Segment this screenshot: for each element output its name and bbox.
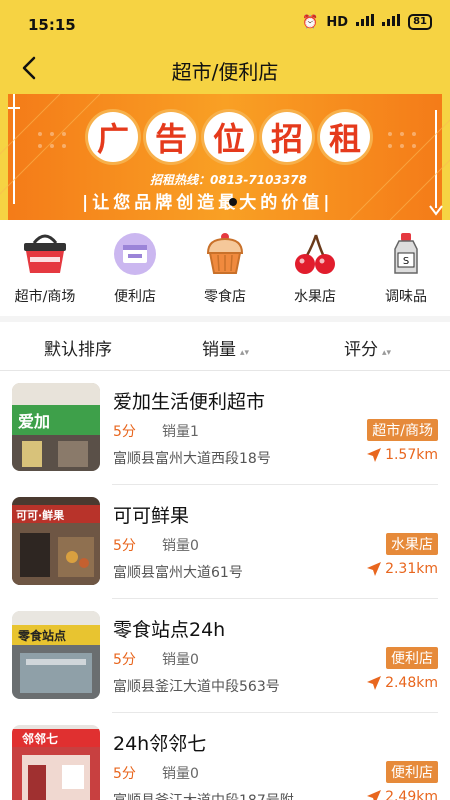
category-label: 便利店 xyxy=(114,289,156,305)
location-arrow-icon xyxy=(367,676,382,690)
category-condiment[interactable]: S 调味品 xyxy=(366,230,446,306)
sort-sales-label: 销量 xyxy=(202,340,236,360)
shop-list: 爱加 爱加生活便利超市 5分 销量1 富顺县富州大道西段18号 超市/商场 1.… xyxy=(0,371,450,800)
ad-banner[interactable]: 广 告 位 招 租 招租热线：0813-7103378 |让您品牌创造最大的价值… xyxy=(0,94,450,220)
shop-rating: 5分 xyxy=(113,652,136,668)
shop-row[interactable]: 邻邻七 24h邻邻七 5分 销量0 富顺县釜江大道中段187号附 便利店 2.4… xyxy=(0,713,450,800)
sort-by-sales[interactable]: 销量 ▴▾ xyxy=(202,335,249,360)
category-supermarket[interactable]: 超市/商场 xyxy=(5,230,85,306)
sort-default[interactable]: 默认排序 xyxy=(44,335,112,360)
shop-sign-text: 可可·鲜果 xyxy=(16,508,64,522)
distance-value: 2.48km xyxy=(385,675,438,691)
signal-icon xyxy=(356,14,375,30)
category-label: 零食店 xyxy=(204,289,246,305)
location-arrow-icon xyxy=(367,448,382,462)
shop-name: 可可鲜果 xyxy=(113,505,190,527)
banner-char: 招 xyxy=(262,112,312,162)
location-arrow-icon xyxy=(367,562,382,576)
banner-slogan: |让您品牌创造最大的价值| xyxy=(82,193,334,213)
shop-address: 富顺县富州大道61号 xyxy=(113,565,243,581)
condiment-bottle-icon: S xyxy=(381,230,431,278)
category-snacks[interactable]: 零食店 xyxy=(185,230,265,306)
shop-address: 富顺县釜江大道中段187号附 xyxy=(113,790,294,800)
shop-photo: 邻邻七 xyxy=(12,725,100,800)
shop-rating: 5分 xyxy=(113,538,136,554)
location-arrow-icon xyxy=(367,790,382,800)
shop-name: 爱加生活便利超市 xyxy=(113,391,266,413)
cake-icon xyxy=(200,230,250,278)
status-icons: ⏰ HD 81 xyxy=(302,14,432,30)
shop-category-tag: 便利店 xyxy=(386,761,438,783)
shop-sign-text: 爱加 xyxy=(18,412,50,431)
cherry-icon xyxy=(290,230,340,278)
banner-char: 广 xyxy=(88,112,138,162)
shop-distance: 2.31km xyxy=(366,561,438,577)
distance-value: 2.49km xyxy=(385,789,438,800)
category-label: 水果店 xyxy=(294,289,336,305)
banner-hotline: 招租热线：0813-7103378 xyxy=(150,173,307,187)
shop-photo: 可可·鲜果 xyxy=(12,497,100,585)
svg-text:S: S xyxy=(403,256,409,267)
banner-headline: 广 告 位 招 租 xyxy=(88,112,370,162)
signal-icon-2 xyxy=(382,14,401,30)
shopping-basket-icon xyxy=(20,230,70,278)
shop-sign-text: 邻邻七 xyxy=(21,731,58,746)
sort-by-rating[interactable]: 评分 ▴▾ xyxy=(344,335,391,360)
shop-address: 富顺县釜江大道中段563号 xyxy=(113,679,280,695)
banner-char: 租 xyxy=(320,112,370,162)
category-label: 超市/商场 xyxy=(14,289,76,305)
carousel-indicator[interactable] xyxy=(229,198,237,206)
category-bar: 超市/商场 便利店 零食店 水果店 S 调味品 xyxy=(0,220,450,316)
shop-sales: 销量0 xyxy=(162,652,199,668)
shop-sales: 销量1 xyxy=(162,424,199,440)
shop-row[interactable]: 可可·鲜果 可可鲜果 5分 销量0 富顺县富州大道61号 水果店 2.31km xyxy=(0,485,450,599)
category-convenience[interactable]: 便利店 xyxy=(95,230,175,306)
shop-photo: 零食站点 xyxy=(12,611,100,699)
shop-row[interactable]: 爱加 爱加生活便利超市 5分 销量1 富顺县富州大道西段18号 超市/商场 1.… xyxy=(0,371,450,485)
shop-sales: 销量0 xyxy=(162,766,199,782)
shop-address: 富顺县富州大道西段18号 xyxy=(113,451,271,467)
status-bar: 15:15 ⏰ HD 81 xyxy=(0,0,450,42)
shop-name: 零食站点24h xyxy=(113,619,226,641)
shop-distance: 1.57km xyxy=(366,447,438,463)
shop-category-tag: 超市/商场 xyxy=(367,419,438,441)
shop-category-tag: 水果店 xyxy=(386,533,438,555)
status-time: 15:15 xyxy=(28,16,76,34)
store-icon xyxy=(110,230,160,278)
shop-sign-text: 零食站点 xyxy=(17,628,66,643)
distance-value: 2.31km xyxy=(385,561,438,577)
sort-arrows-icon: ▴▾ xyxy=(382,348,392,358)
alarm-icon: ⏰ xyxy=(302,14,319,30)
shop-sales: 销量0 xyxy=(162,538,199,554)
distance-value: 1.57km xyxy=(385,447,438,463)
shop-photo: 爱加 xyxy=(12,383,100,471)
shop-rating: 5分 xyxy=(113,424,136,440)
header: 超市/便利店 xyxy=(0,42,450,94)
shop-category-tag: 便利店 xyxy=(386,647,438,669)
battery-icon: 81 xyxy=(408,14,432,30)
banner-char: 位 xyxy=(204,112,254,162)
shop-distance: 2.49km xyxy=(366,789,438,800)
shop-distance: 2.48km xyxy=(366,675,438,691)
sort-arrows-icon: ▴▾ xyxy=(240,348,250,358)
network-label: HD xyxy=(326,14,349,30)
shop-rating: 5分 xyxy=(113,766,136,782)
sort-bar: 默认排序 销量 ▴▾ 评分 ▴▾ xyxy=(0,322,450,371)
sort-rating-label: 评分 xyxy=(344,340,378,360)
shop-name: 24h邻邻七 xyxy=(113,733,207,755)
banner-char: 告 xyxy=(146,112,196,162)
category-fruit[interactable]: 水果店 xyxy=(275,230,355,306)
page-title: 超市/便利店 xyxy=(171,60,279,84)
category-label: 调味品 xyxy=(385,289,427,305)
shop-row[interactable]: 零食站点 零食站点24h 5分 销量0 富顺县釜江大道中段563号 便利店 2.… xyxy=(0,599,450,713)
